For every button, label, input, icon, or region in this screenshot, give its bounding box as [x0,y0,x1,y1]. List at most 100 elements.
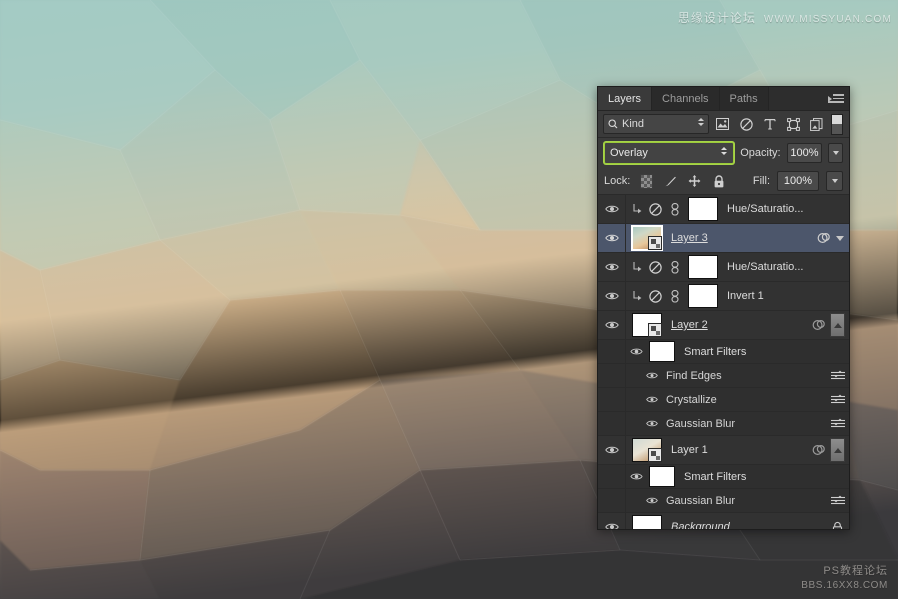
visibility-toggle[interactable] [644,496,660,505]
collapse-filters-button[interactable] [830,313,845,337]
layer-row-invert-1[interactable]: Invert 1 [598,282,849,311]
smart-object-badge-icon [648,323,662,337]
filter-blending-options-icon[interactable] [831,394,845,406]
blend-mode-stepper[interactable] [721,147,728,155]
visibility-toggle[interactable] [644,371,660,380]
smart-filter-name[interactable]: Find Edges [666,370,722,382]
layer-row-layer-3[interactable]: Layer 3 [598,224,849,253]
layer-mask-link-icon[interactable] [668,289,682,303]
eye-icon [604,321,619,329]
watermark-bottom-en: BBS.16XX8.COM [801,580,888,591]
layer-thumbnail[interactable] [631,225,663,251]
adjustment-layer-icon [647,202,663,216]
layer-row-hue-saturation-top[interactable]: Hue/Saturatio... [598,195,849,224]
fill-dropdown-icon[interactable] [826,171,843,191]
smart-filter-indicator-icon[interactable] [811,319,827,331]
tab-paths[interactable]: Paths [719,87,769,110]
layer-mask-thumbnail[interactable] [688,255,718,279]
layer-effects-icon[interactable] [816,232,832,244]
layer-name[interactable]: Hue/Saturatio... [727,203,803,215]
visibility-toggle[interactable] [598,311,626,339]
filter-kind-stepper[interactable] [697,118,704,126]
opacity-dropdown-icon[interactable] [828,143,843,163]
layer-row-right-icons [816,224,845,252]
smart-filter-row-crystallize[interactable]: Crystallize [598,388,849,412]
smart-object-filter-icon[interactable] [807,114,825,134]
smart-filters-mask-thumbnail[interactable] [649,341,675,362]
opacity-value[interactable]: 100% [786,143,823,163]
pixel-layer-filter-icon[interactable] [714,114,732,134]
smart-filters-label: Smart Filters [684,470,747,483]
type-layer-filter-icon[interactable] [761,114,779,134]
lock-transparent-pixels-icon[interactable] [640,173,654,189]
filter-kind-label: Kind [622,118,645,130]
smart-filter-options [831,388,845,411]
clipping-mask-icon [631,261,643,273]
visibility-toggle[interactable] [628,347,644,356]
visibility-toggle[interactable] [598,195,626,223]
visibility-toggle[interactable] [598,513,626,529]
smart-filter-name[interactable]: Crystallize [666,394,717,406]
layer-name[interactable]: Layer 1 [671,444,708,456]
smart-filters-header-layer-1[interactable]: Smart Filters [598,465,849,489]
filter-blending-options-icon[interactable] [831,418,845,430]
layer-row-hue-saturation-second[interactable]: Hue/Saturatio... [598,253,849,282]
panel-tab-bar: Layers Channels Paths [598,87,849,111]
layer-row-layer-1[interactable]: Layer 1 [598,436,849,465]
collapse-filters-button[interactable] [830,438,845,462]
fill-value[interactable]: 100% [777,171,819,191]
layer-name[interactable]: Hue/Saturatio... [727,261,803,273]
filter-kind-select[interactable]: Kind [603,114,709,134]
visibility-toggle[interactable] [598,436,626,464]
smart-filter-row-gaussian-blur-layer-1[interactable]: Gaussian Blur [598,489,849,513]
visibility-toggle[interactable] [598,282,626,310]
adjustment-layer-filter-icon[interactable] [737,114,755,134]
smart-filter-indicator-icon[interactable] [811,444,827,456]
visibility-toggle[interactable] [598,253,626,281]
shape-layer-filter-icon[interactable] [784,114,802,134]
layer-name[interactable]: Invert 1 [727,290,764,302]
smart-filter-name[interactable]: Gaussian Blur [666,495,735,507]
locked-layer-icon [829,521,845,529]
layer-mask-link-icon[interactable] [668,202,682,216]
lock-all-icon[interactable] [712,174,725,188]
layer-list[interactable]: Hue/Saturatio... Layer 3 Hue/Saturatio..… [598,195,849,529]
smart-filter-name[interactable]: Gaussian Blur [666,418,735,430]
layer-mask-thumbnail[interactable] [688,284,718,308]
chevron-down-icon[interactable] [835,235,845,241]
adjustment-layer-icon [647,260,663,274]
layer-name[interactable]: Background [671,521,730,529]
layer-thumbnail[interactable] [632,313,662,337]
smart-filter-row-find-edges[interactable]: Find Edges [598,364,849,388]
tab-channels[interactable]: Channels [652,87,720,110]
layer-mask-thumbnail[interactable] [688,197,718,221]
layer-row-layer-2[interactable]: Layer 2 [598,311,849,340]
smart-filter-row-gaussian-blur-layer-2[interactable]: Gaussian Blur [598,412,849,436]
screenshot-root: 思缘设计论坛 WWW.MISSYUAN.COM PS教程论坛 BBS.16XX8… [0,0,898,599]
watermark-top: 思缘设计论坛 WWW.MISSYUAN.COM [678,9,892,26]
smart-object-badge-icon [648,448,662,462]
visibility-toggle[interactable] [644,395,660,404]
visibility-toggle[interactable] [628,472,644,481]
layer-thumbnail[interactable] [632,438,662,462]
lock-position-icon[interactable] [688,175,701,188]
blend-mode-select[interactable]: Overlay [604,142,735,164]
smart-filters-header-layer-2[interactable]: Smart Filters [598,340,849,364]
smart-filters-label: Smart Filters [684,345,747,358]
visibility-toggle[interactable] [644,419,660,428]
layer-name[interactable]: Layer 2 [671,319,708,331]
filter-enable-toggle[interactable] [830,113,844,135]
filter-blending-options-icon[interactable] [831,370,845,382]
eye-icon [604,523,619,529]
smart-filter-options [831,489,845,512]
filter-blending-options-icon[interactable] [831,495,845,507]
tab-layers[interactable]: Layers [598,87,653,110]
lock-image-pixels-icon[interactable] [664,175,677,188]
layer-row-background[interactable]: Background [598,513,849,529]
panel-menu-icon[interactable] [828,92,844,104]
layer-name[interactable]: Layer 3 [671,232,708,244]
layer-mask-link-icon[interactable] [668,260,682,274]
smart-filters-mask-thumbnail[interactable] [649,466,675,487]
visibility-toggle[interactable] [598,224,626,252]
layer-thumbnail[interactable] [632,515,662,529]
